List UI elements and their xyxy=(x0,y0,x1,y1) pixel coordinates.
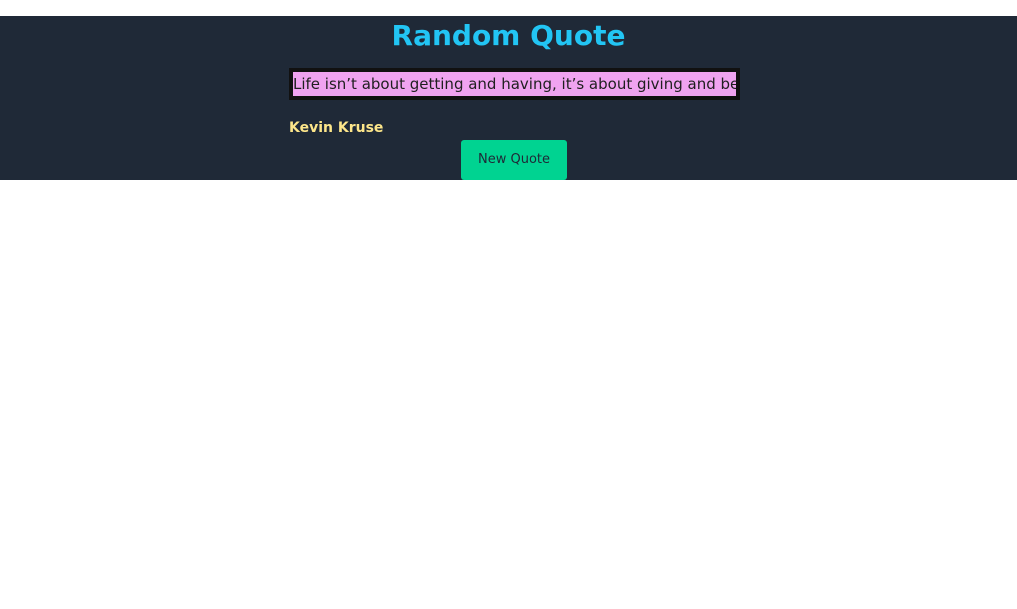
quote-panel: Random Quote Life isn’t about getting an… xyxy=(0,16,1017,180)
quote-author: Kevin Kruse xyxy=(289,120,384,136)
new-quote-button[interactable]: New Quote xyxy=(461,140,567,180)
top-gap xyxy=(0,0,1017,16)
quote-box: Life isn’t about getting and having, it’… xyxy=(289,68,740,100)
page-title: Random Quote xyxy=(391,19,626,52)
quote-text: Life isn’t about getting and having, it’… xyxy=(293,72,736,96)
